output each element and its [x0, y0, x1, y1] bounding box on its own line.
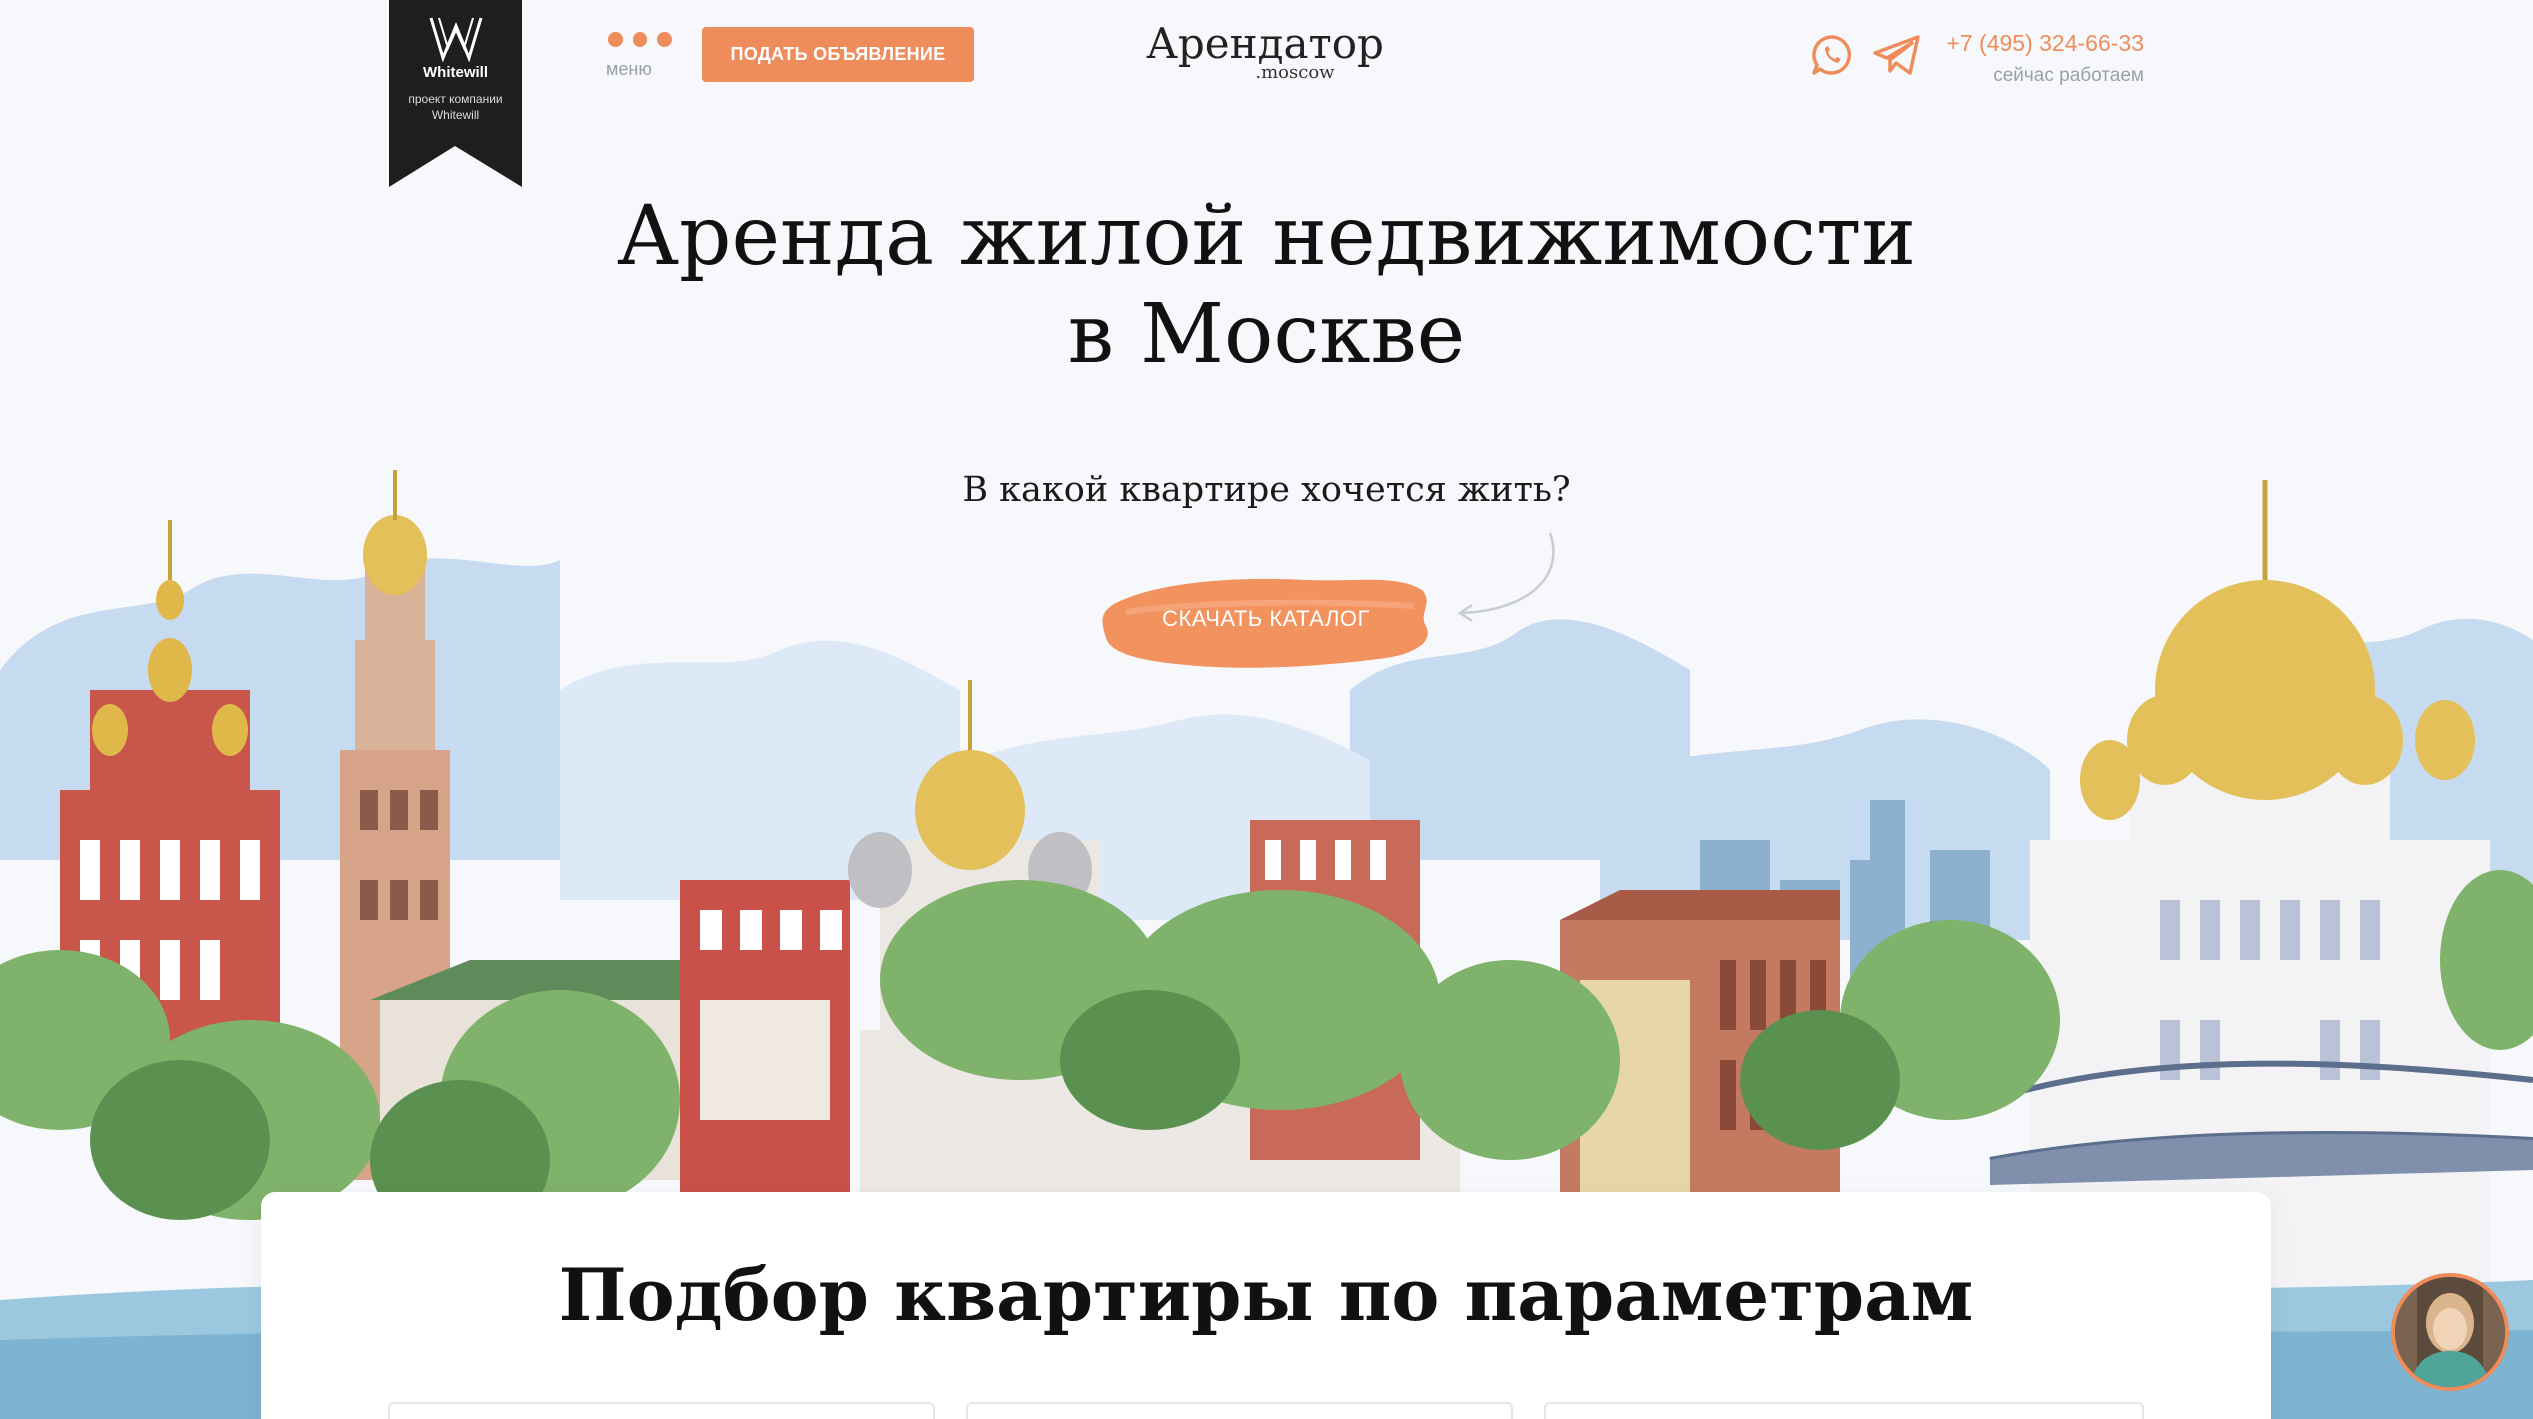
hero-question: В какой квартире хочется жить?	[962, 470, 1571, 510]
badge-subtitle: проект компании Whitewill	[389, 91, 522, 123]
whitewill-badge[interactable]: Whitewill проект компании Whitewill	[389, 0, 522, 187]
menu-button[interactable]: меню	[606, 32, 673, 88]
badge-brand: Whitewill	[423, 64, 488, 81]
whitewill-logo-icon	[429, 17, 483, 62]
phone-link[interactable]: +7 (495) 324-66-33	[1900, 30, 2144, 57]
site-logo[interactable]: Арендатор .moscow	[1140, 18, 1390, 83]
whatsapp-icon[interactable]	[1810, 33, 1854, 77]
download-catalog-button[interactable]: СКАЧАТЬ КАТАЛОГ	[1096, 562, 1436, 680]
hero-title: Аренда жилой недвижимости в Москве	[0, 188, 2533, 384]
menu-dots-icon	[606, 32, 673, 47]
filter-field-1[interactable]	[388, 1402, 935, 1419]
filter-title: Подбор квартиры по параметрам	[558, 1252, 1974, 1337]
curved-arrow-icon	[1457, 532, 1555, 623]
filter-field-2[interactable]	[966, 1402, 1513, 1419]
badge-subtitle-line1: проект компании	[408, 92, 503, 106]
chat-avatar[interactable]	[2391, 1273, 2509, 1391]
apartment-filter-card: Подбор квартиры по параметрам	[261, 1192, 2271, 1419]
post-ad-button[interactable]: ПОДАТЬ ОБЪЯВЛЕНИЕ	[702, 27, 974, 82]
filter-field-3[interactable]	[1544, 1402, 2144, 1419]
hero-title-line1: Аренда жилой недвижимости	[616, 189, 1917, 284]
download-catalog-label: СКАЧАТЬ КАТАЛОГ	[1162, 606, 1370, 631]
working-hours: сейчас работаем	[1993, 65, 2144, 86]
hero-title-line2: в Москве	[1067, 287, 1466, 382]
consultant-photo	[2395, 1277, 2505, 1387]
menu-label: меню	[606, 59, 652, 79]
badge-subtitle-line2: Whitewill	[431, 108, 480, 122]
